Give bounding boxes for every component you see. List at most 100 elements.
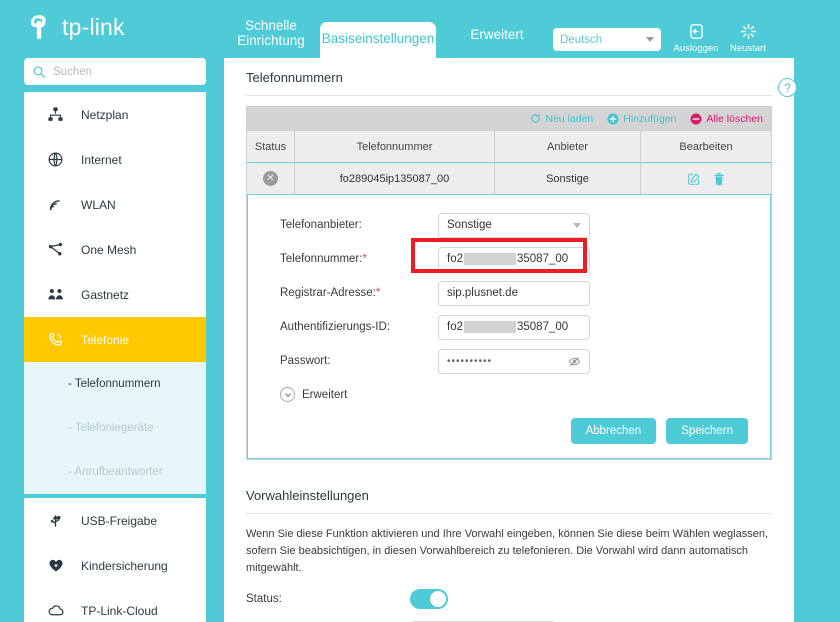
column-header-telefonnummer: Telefonnummer	[295, 131, 495, 162]
authid-prefix: fo2	[447, 321, 463, 333]
sidebar-item-netzplan[interactable]: Netzplan	[24, 92, 206, 137]
row-status-cell: ✕	[247, 163, 295, 194]
sidebar-item-telefonie[interactable]: Telefonie	[24, 317, 206, 362]
label-status: Status:	[246, 593, 282, 605]
authentifizierungs-id-input[interactable]: fo2 35087_00	[438, 314, 590, 340]
logout-label: Ausloggen	[673, 43, 719, 54]
redaction-block	[464, 253, 516, 265]
main-content: Telefonnummern Neu laden Hinzufügen Alle…	[224, 58, 794, 622]
required-marker: *	[375, 287, 381, 299]
column-header-bearbeiten: Bearbeiten	[679, 140, 733, 153]
logout-button[interactable]: Ausloggen	[670, 22, 722, 54]
sidebar-label-tp-link-cloud: TP-Link-Cloud	[81, 603, 158, 618]
sidebar: Netzplan Internet WLAN	[24, 58, 206, 622]
telefonnummer-input[interactable]: fo2 35087_00	[438, 246, 590, 272]
network-map-icon	[46, 106, 65, 123]
sidebar-item-wlan[interactable]: WLAN	[24, 182, 206, 227]
provider-select[interactable]: Sonstige	[438, 212, 590, 238]
sidebar-item-kindersicherung[interactable]: Kindersicherung	[24, 543, 206, 588]
trash-icon[interactable]	[713, 172, 725, 186]
section2-description: Wenn Sie diese Funktion aktivieren und I…	[246, 528, 769, 574]
reload-button[interactable]: Neu laden	[530, 113, 593, 125]
redaction-block	[464, 321, 516, 333]
telefonnummer-suffix: 35087_00	[517, 253, 569, 265]
minus-circle-icon	[690, 113, 702, 124]
submenu-item-telefonnummern[interactable]: - Telefonnummern	[24, 362, 206, 406]
sidebar-item-usb-freigabe[interactable]: USB-Freigabe	[24, 498, 206, 543]
authid-suffix: 35087_00	[517, 321, 569, 333]
sidebar-label-gastnetz: Gastnetz	[81, 287, 130, 302]
tab-schnelle-einrichtung[interactable]: Schnelle Einrichtung	[228, 18, 314, 48]
label-telefonanbieter: Telefonanbieter:	[280, 219, 362, 231]
reboot-icon	[740, 24, 756, 39]
advanced-label: Erweitert	[302, 388, 348, 401]
title-divider	[246, 95, 772, 96]
label-registrar-text: Registrar-Adresse:	[280, 287, 376, 299]
search-icon	[33, 65, 45, 78]
status-row: Status:	[246, 589, 772, 609]
phone-icon	[46, 331, 65, 348]
required-marker: *	[362, 253, 367, 265]
table-header-row: Status Telefonnummer Anbieter Bearbeiten	[247, 130, 771, 162]
heart-shield-icon	[46, 557, 65, 574]
language-select[interactable]: Deutsch	[553, 28, 661, 51]
sidebar-label-kindersicherung: Kindersicherung	[81, 558, 168, 573]
reboot-label: Neustart	[730, 43, 766, 54]
chevron-down-icon	[573, 222, 581, 228]
usb-icon	[46, 512, 65, 529]
section2-title: Vorwahleinstellungen	[246, 488, 369, 503]
toggle-password-visibility-button[interactable]	[568, 355, 581, 368]
tp-link-logo: tp-link	[22, 10, 125, 44]
sidebar-item-internet[interactable]: Internet	[24, 137, 206, 182]
sidebar-item-gastnetz[interactable]: Gastnetz	[24, 272, 206, 317]
sidebar-item-one-mesh[interactable]: One Mesh	[24, 227, 206, 272]
edit-icon[interactable]	[687, 172, 701, 186]
label-authentifizierungs-id: Authentifizierungs-ID:	[280, 321, 390, 333]
provider-value: Sonstige	[447, 219, 492, 231]
submenu-item-anrufbeantworter[interactable]: - Anrufbeantworter	[24, 450, 206, 494]
chevron-down-icon	[646, 37, 654, 42]
sidebar-item-tp-link-cloud[interactable]: TP-Link-Cloud	[24, 588, 206, 622]
passwort-input[interactable]: ••••••••••	[438, 348, 590, 374]
passwort-value: ••••••••••	[447, 355, 493, 367]
wifi-icon	[46, 196, 65, 213]
save-button[interactable]: Speichern	[666, 418, 748, 444]
reload-label: Neu laden	[545, 112, 594, 125]
delete-all-button[interactable]: Alle löschen	[690, 113, 763, 125]
label-registrar-adresse: Registrar-Adresse:*	[248, 287, 438, 299]
registrar-adresse-input[interactable]: sip.plusnet.de	[438, 280, 590, 306]
table-toolbar: Neu laden Hinzufügen Alle löschen	[247, 107, 771, 130]
sidebar-submenu-telefonie: - Telefonnummern - Telefoniegeräte - Anr…	[24, 362, 206, 494]
tab-erweitert[interactable]: Erweitert	[456, 27, 538, 42]
page-title: Telefonnummern	[246, 70, 343, 85]
toggle-knob	[430, 591, 446, 607]
form-row-authid: Authentifizierungs-ID: fo2 35087_00	[248, 313, 770, 341]
sidebar-label-telefonie: Telefonie	[81, 332, 130, 347]
app-header: tp-link Schnelle Einrichtung Basiseinste…	[0, 0, 840, 58]
telefonnummer-prefix: fo2	[447, 253, 463, 265]
reboot-button[interactable]: Neustart	[722, 22, 774, 54]
search-input[interactable]	[53, 65, 193, 78]
mesh-icon	[46, 241, 65, 258]
submenu-item-telefoniegeraete[interactable]: - Telefoniegeräte	[24, 406, 206, 450]
label-passwort: Passwort:	[280, 355, 331, 367]
plus-circle-icon	[607, 113, 619, 124]
help-icon[interactable]: ?	[778, 78, 797, 97]
globe-icon	[46, 151, 65, 168]
table-row[interactable]: ✕ fo289045ip135087_00 Sonstige	[247, 162, 771, 195]
language-value: Deutsch	[560, 33, 603, 46]
refresh-icon	[531, 114, 541, 123]
advanced-toggle[interactable]: Erweitert	[248, 387, 770, 402]
status-toggle[interactable]	[410, 589, 448, 609]
tab-basiseinstellungen[interactable]: Basiseinstellungen	[320, 22, 436, 58]
delete-all-label: Alle löschen	[706, 112, 763, 125]
sidebar-label-one-mesh: One Mesh	[81, 242, 137, 257]
search-box[interactable]	[24, 58, 206, 85]
sidebar-label-wlan: WLAN	[81, 197, 116, 212]
cancel-button[interactable]: Abbrechen	[570, 418, 657, 444]
tp-link-logo-mark	[30, 15, 46, 39]
label-telefonnummer-text: Telefonnummer:	[280, 253, 363, 265]
add-button[interactable]: Hinzufügen	[607, 113, 676, 125]
form-row-password: Passwort: ••••••••••	[248, 347, 770, 375]
form-row-registrar: Registrar-Adresse:* sip.plusnet.de	[248, 279, 770, 307]
